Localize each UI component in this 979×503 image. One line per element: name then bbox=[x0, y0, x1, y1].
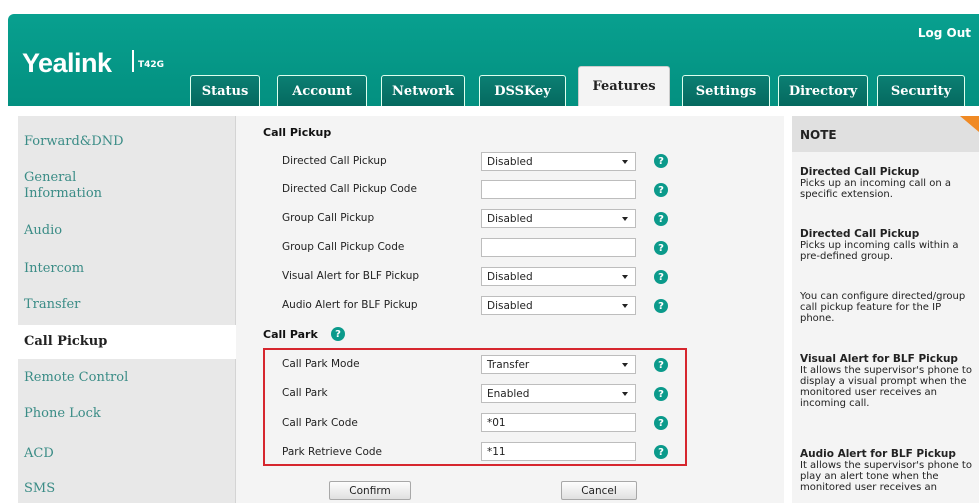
call-park-mode-select[interactable]: Transfer bbox=[481, 355, 636, 374]
note-block-title: Directed Call Pickup bbox=[800, 228, 920, 240]
note-block-text: It allows the supervisor's phone to disp… bbox=[800, 365, 972, 409]
directed-call-pickup-select[interactable]: Disabled bbox=[481, 152, 636, 171]
chevron-down-icon bbox=[622, 275, 628, 279]
label-call-park-mode: Call Park Mode bbox=[282, 358, 360, 370]
note-block: Visual Alert for BLF Pickup It allows th… bbox=[800, 353, 972, 410]
sidebar-item-acd[interactable]: ACD bbox=[24, 446, 54, 462]
label-call-park-code: Call Park Code bbox=[282, 417, 358, 429]
note-block: You can configure directed/group call pi… bbox=[800, 291, 972, 324]
call-park-select[interactable]: Enabled bbox=[481, 384, 636, 403]
label-call-park: Call Park bbox=[282, 387, 328, 399]
brand-logo: Yealink bbox=[22, 48, 112, 78]
help-icon[interactable]: ? bbox=[654, 358, 668, 372]
sidebar-item-audio[interactable]: Audio bbox=[24, 223, 62, 239]
help-icon[interactable]: ? bbox=[654, 299, 668, 313]
sidebar-item-transfer[interactable]: Transfer bbox=[24, 297, 80, 313]
sidebar-item-call-pickup[interactable]: Call Pickup bbox=[18, 325, 236, 359]
group-call-pickup-select[interactable]: Disabled bbox=[481, 209, 636, 228]
help-icon[interactable]: ? bbox=[654, 212, 668, 226]
sidebar-item-forward-dnd[interactable]: Forward&DND bbox=[24, 134, 124, 150]
park-retrieve-code-input[interactable]: *11 bbox=[481, 442, 636, 461]
label-audio-alert-blf-pickup: Audio Alert for BLF Pickup bbox=[282, 299, 418, 311]
tab-account[interactable]: Account bbox=[277, 75, 367, 106]
call-park-code-input[interactable]: *01 bbox=[481, 413, 636, 432]
visual-alert-blf-pickup-value: Disabled bbox=[487, 270, 533, 283]
tab-dsskey[interactable]: DSSKey bbox=[479, 75, 566, 106]
note-block-title: Directed Call Pickup bbox=[800, 166, 920, 178]
chevron-down-icon bbox=[622, 363, 628, 367]
tab-network[interactable]: Network bbox=[381, 75, 465, 106]
note-block: Audio Alert for BLF Pickup It allows the… bbox=[800, 449, 972, 503]
sidebar-item-intercom[interactable]: Intercom bbox=[24, 261, 84, 277]
note-block-text: Picks up an incoming call on a specific … bbox=[800, 178, 952, 200]
park-retrieve-code-value: *11 bbox=[487, 445, 506, 458]
label-park-retrieve-code: Park Retrieve Code bbox=[282, 446, 383, 458]
tab-features[interactable]: Features bbox=[578, 66, 670, 106]
label-group-call-pickup: Group Call Pickup bbox=[282, 212, 375, 224]
note-title: NOTE bbox=[792, 116, 979, 152]
sidebar-item-remote-control[interactable]: Remote Control bbox=[24, 370, 128, 386]
confirm-button[interactable]: Confirm bbox=[329, 481, 411, 500]
sidebar-item-sms[interactable]: SMS bbox=[24, 481, 55, 497]
tab-settings[interactable]: Settings bbox=[682, 75, 770, 106]
note-block-text: It allows the supervisor's phone to play… bbox=[800, 460, 972, 493]
note-block-text: Picks up incoming calls within a pre-def… bbox=[800, 240, 959, 262]
help-icon[interactable]: ? bbox=[654, 154, 668, 168]
header: Log Out Yealink T42G Status Account Netw… bbox=[0, 0, 979, 106]
note-block-text: You can configure directed/group call pi… bbox=[800, 291, 966, 324]
note-block-title: Visual Alert for BLF Pickup bbox=[800, 353, 958, 365]
directed-call-pickup-code-input[interactable] bbox=[481, 180, 636, 199]
tab-status[interactable]: Status bbox=[190, 75, 260, 106]
label-group-call-pickup-code: Group Call Pickup Code bbox=[282, 241, 405, 253]
chevron-down-icon bbox=[622, 217, 628, 221]
call-park-mode-value: Transfer bbox=[487, 358, 530, 371]
note-block-title: Audio Alert for BLF Pickup bbox=[800, 449, 956, 460]
chevron-down-icon bbox=[622, 160, 628, 164]
help-icon[interactable]: ? bbox=[654, 445, 668, 459]
help-icon[interactable]: ? bbox=[331, 327, 345, 341]
directed-call-pickup-value: Disabled bbox=[487, 155, 533, 168]
sidebar-item-phone-lock[interactable]: Phone Lock bbox=[24, 406, 101, 422]
help-icon[interactable]: ? bbox=[654, 183, 668, 197]
call-park-code-value: *01 bbox=[487, 416, 506, 429]
help-icon[interactable]: ? bbox=[654, 416, 668, 430]
help-icon[interactable]: ? bbox=[654, 270, 668, 284]
note-block: Directed Call Pickup Picks up an incomin… bbox=[800, 166, 972, 201]
section-title-call-pickup: Call Pickup bbox=[263, 126, 332, 139]
sidebar-item-general-information[interactable]: General Information bbox=[24, 170, 134, 202]
note-block: Directed Call Pickup Picks up incoming c… bbox=[800, 228, 972, 263]
chevron-down-icon bbox=[622, 392, 628, 396]
section-title-call-park: Call Park bbox=[263, 328, 318, 341]
visual-alert-blf-pickup-select[interactable]: Disabled bbox=[481, 267, 636, 286]
tab-security[interactable]: Security bbox=[877, 75, 965, 106]
call-park-value: Enabled bbox=[487, 387, 530, 400]
chevron-down-icon bbox=[622, 304, 628, 308]
tab-directory[interactable]: Directory bbox=[778, 75, 868, 106]
logo-separator bbox=[132, 50, 134, 72]
help-icon[interactable]: ? bbox=[654, 241, 668, 255]
group-call-pickup-value: Disabled bbox=[487, 212, 533, 225]
help-icon[interactable]: ? bbox=[654, 387, 668, 401]
label-visual-alert-blf-pickup: Visual Alert for BLF Pickup bbox=[282, 270, 420, 282]
label-directed-call-pickup-code: Directed Call Pickup Code bbox=[282, 183, 417, 195]
audio-alert-blf-pickup-value: Disabled bbox=[487, 299, 533, 312]
cancel-button[interactable]: Cancel bbox=[561, 481, 637, 500]
logout-link[interactable]: Log Out bbox=[918, 26, 971, 40]
phone-model: T42G bbox=[138, 60, 165, 70]
group-call-pickup-code-input[interactable] bbox=[481, 238, 636, 257]
audio-alert-blf-pickup-select[interactable]: Disabled bbox=[481, 296, 636, 315]
label-directed-call-pickup: Directed Call Pickup bbox=[282, 155, 387, 167]
